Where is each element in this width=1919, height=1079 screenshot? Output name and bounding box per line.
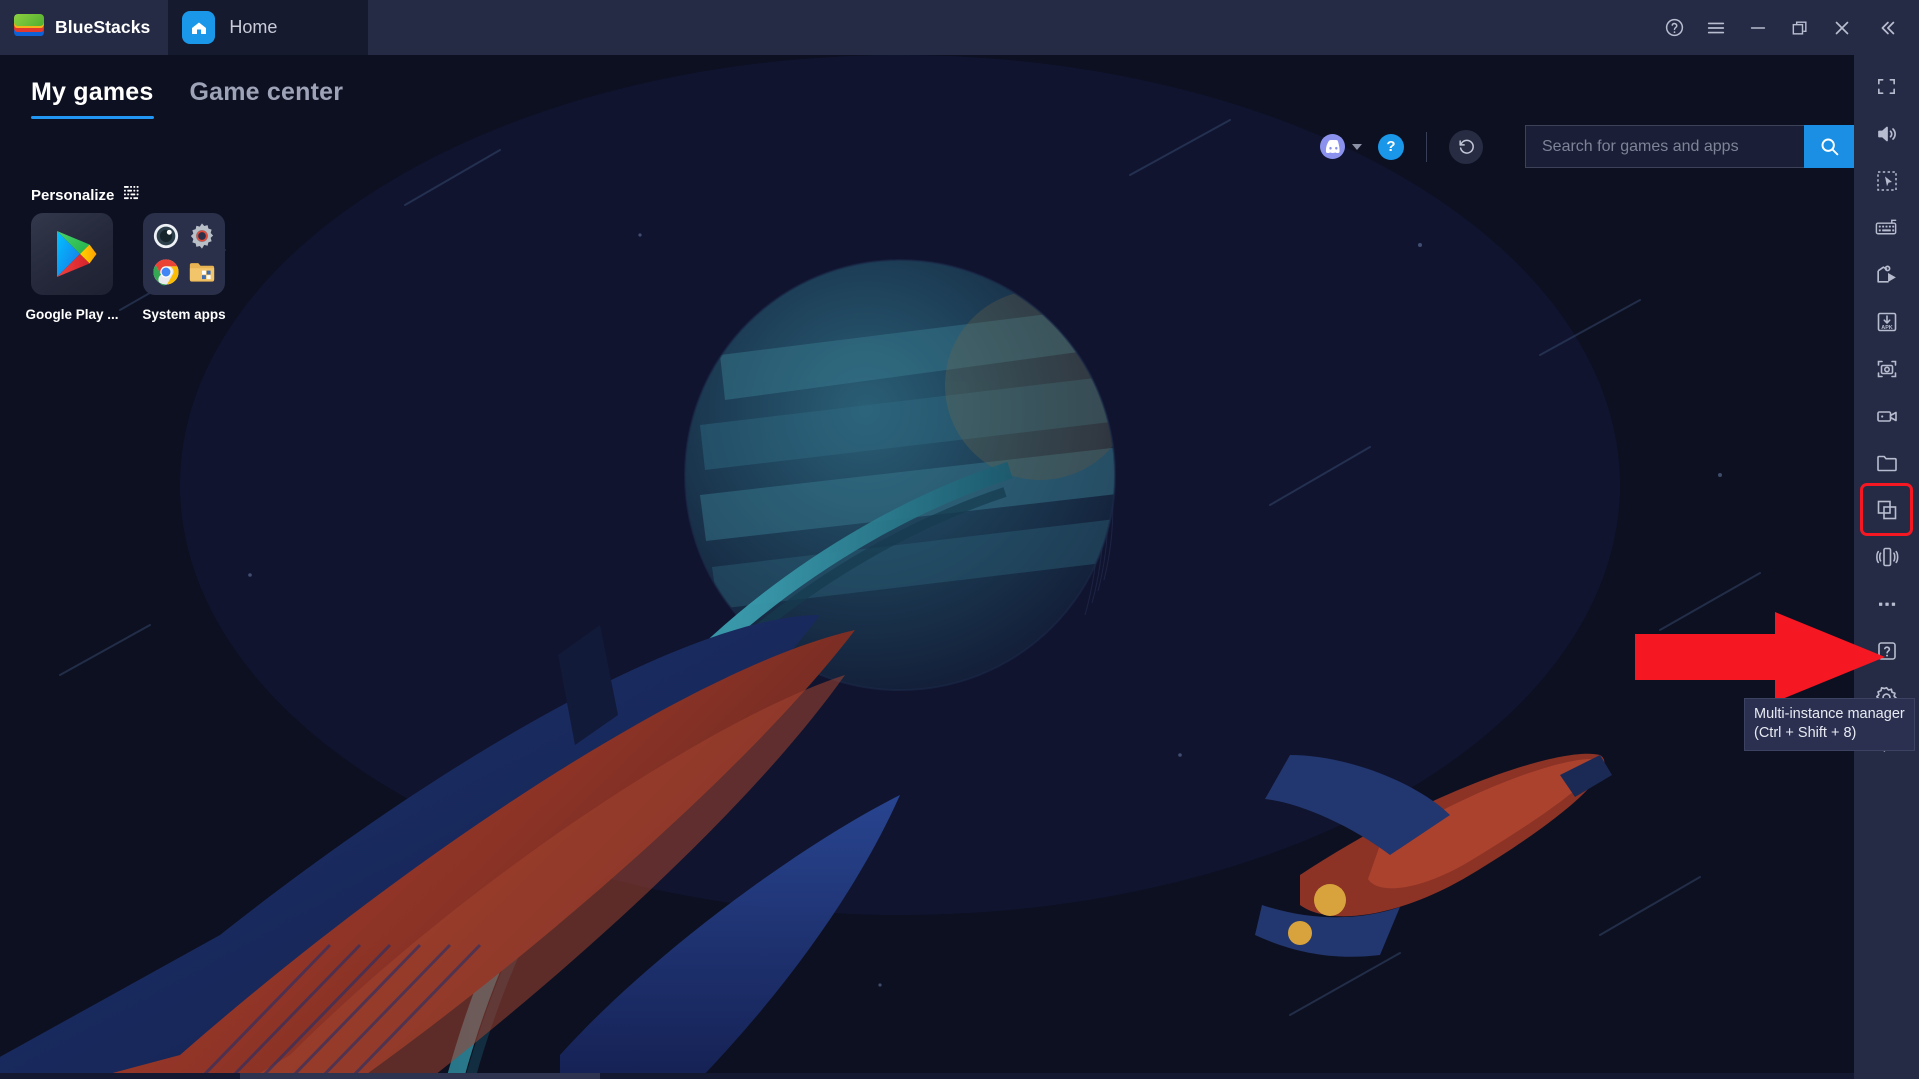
pointer-select-icon[interactable] (1863, 157, 1910, 204)
camera-icon (152, 222, 181, 251)
settings-gear-icon (187, 222, 216, 251)
app-tile (143, 213, 225, 295)
brand: BlueStacks (0, 0, 168, 55)
wallpaper (0, 55, 1854, 1079)
close-icon[interactable] (1821, 0, 1863, 55)
app-tile (31, 213, 113, 295)
app-system-apps-folder[interactable]: System apps (142, 213, 226, 322)
search-input[interactable] (1525, 125, 1804, 168)
tooltip-shortcut: (Ctrl + Shift + 8) (1754, 725, 1857, 741)
app-label: System apps (142, 307, 226, 322)
keyboard-controls-icon[interactable] (1863, 204, 1910, 251)
tab-my-games[interactable]: My games (31, 78, 154, 119)
discord-button[interactable] (1320, 134, 1362, 159)
home-icon (182, 11, 216, 44)
brand-name: BlueStacks (55, 17, 151, 37)
fullscreen-icon[interactable] (1863, 63, 1910, 110)
layout-grid-icon[interactable] (124, 185, 139, 205)
multi-instance-icon[interactable] (1860, 483, 1913, 536)
wallpaper-art (0, 55, 1854, 1079)
personalize-label: Personalize (31, 186, 115, 204)
app-label: Google Play ... (25, 307, 119, 322)
chevron-down-icon[interactable] (1352, 143, 1362, 150)
restore-window-icon[interactable] (1779, 0, 1821, 55)
personalize-row[interactable]: Personalize (31, 185, 139, 205)
minimize-icon[interactable] (1737, 0, 1779, 55)
help-circle-icon[interactable] (1653, 0, 1695, 55)
chrome-icon (152, 257, 181, 286)
home-stage: My games Game center Personalize ? Searc… (0, 55, 1854, 1079)
screenshot-icon[interactable] (1863, 345, 1910, 392)
tab-game-center[interactable]: Game center (190, 78, 344, 119)
app-grid: Google Play ... System apps (25, 213, 226, 322)
google-play-icon (57, 231, 97, 277)
divider (1426, 131, 1427, 162)
hamburger-menu-icon[interactable] (1695, 0, 1737, 55)
tab-home[interactable]: Home (168, 0, 369, 55)
help-badge-label: ? (1386, 138, 1396, 155)
side-toolbar: APK (1854, 55, 1919, 1079)
discord-icon (1320, 134, 1345, 159)
volume-icon[interactable] (1863, 110, 1910, 157)
content-tabs: My games Game center (31, 78, 343, 119)
folder-preview (151, 221, 217, 287)
bluestacks-logo-icon (14, 13, 44, 42)
red-arrow-annotation (1635, 612, 1885, 702)
rotate-ccw-icon[interactable] (1449, 129, 1483, 164)
app-google-play-store[interactable]: Google Play ... (25, 213, 119, 322)
file-manager-icon (187, 257, 216, 286)
shake-device-icon[interactable] (1863, 533, 1910, 580)
install-apk-icon[interactable]: APK (1863, 298, 1910, 345)
svg-text:APK: APK (1881, 325, 1892, 331)
collapse-left-icon[interactable] (1863, 0, 1911, 55)
help-badge-button[interactable]: ? (1378, 133, 1404, 160)
tooltip-multi-instance: Multi-instance manager (Ctrl + Shift + 8… (1744, 698, 1915, 751)
top-right-controls: ? (1320, 125, 1854, 168)
media-folder-icon[interactable] (1863, 439, 1910, 486)
record-video-icon[interactable] (1863, 392, 1910, 439)
window-controls (1653, 0, 1919, 55)
title-bar: BlueStacks Home (0, 0, 1919, 55)
search-button[interactable] (1804, 125, 1854, 168)
tab-home-label: Home (229, 17, 278, 37)
tab-my-games-label: My games (31, 78, 154, 106)
search-bar (1525, 125, 1854, 168)
tab-game-center-label: Game center (189, 78, 344, 106)
horizontal-scrollbar[interactable] (0, 1073, 1854, 1079)
tooltip-title: Multi-instance manager (1754, 706, 1905, 722)
macro-recorder-icon[interactable] (1863, 251, 1910, 298)
bluestacks-window: BlueStacks Home My games Game center Per… (0, 0, 1919, 1079)
